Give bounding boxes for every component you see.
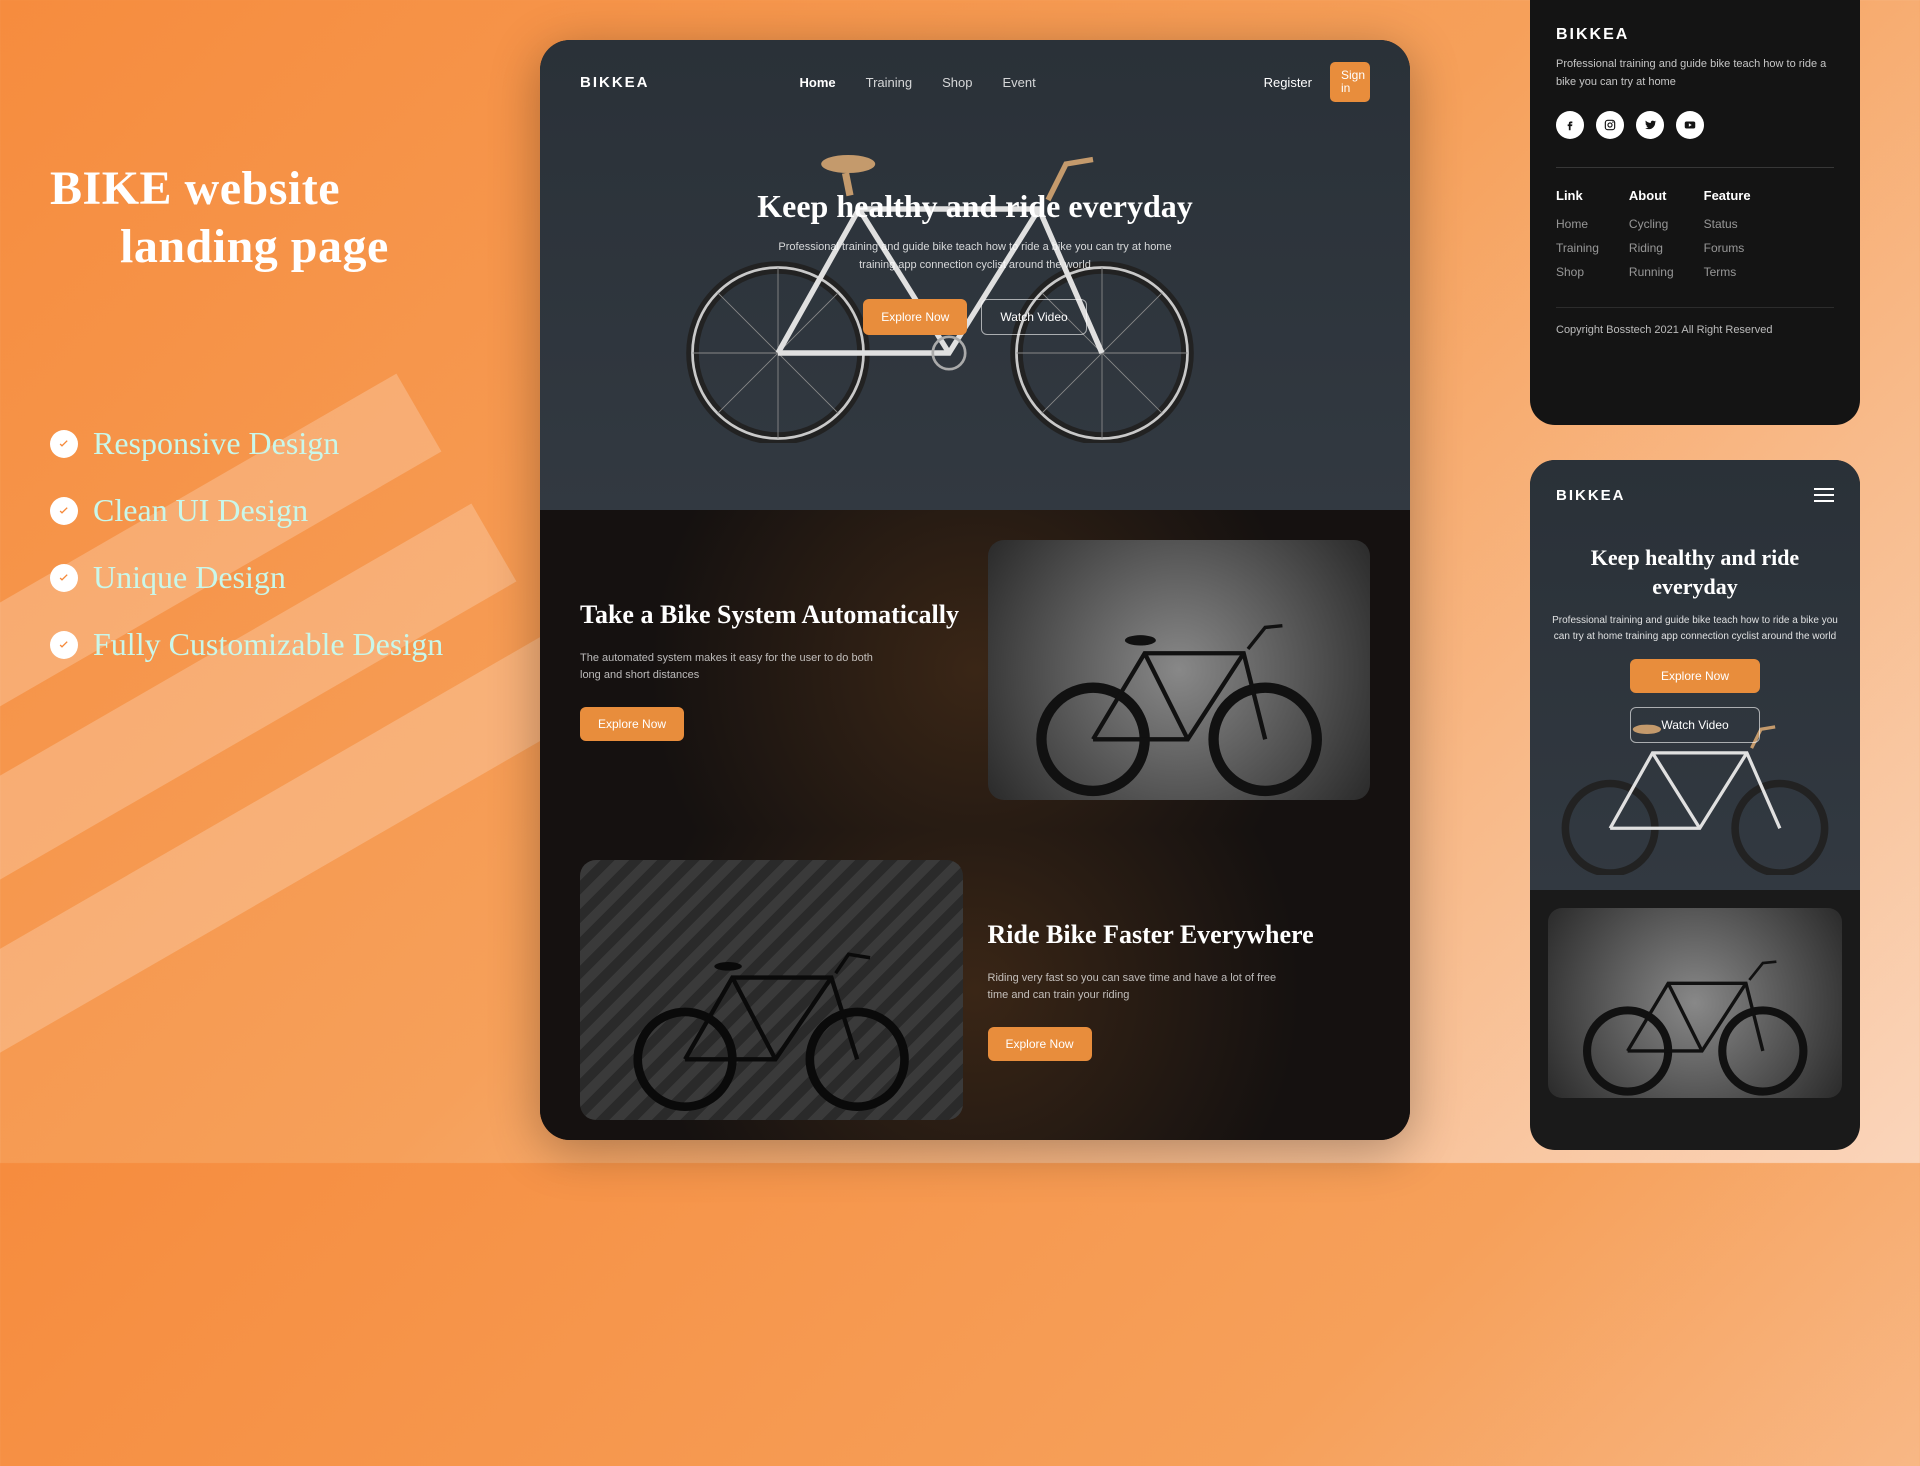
footer-copyright: Copyright Bosstech 2021 All Right Reserv… bbox=[1556, 307, 1834, 339]
mobile-hero-sub: Professional training and guide bike tea… bbox=[1550, 613, 1840, 645]
navbar: BIKKEA Home Training Shop Event Register… bbox=[540, 40, 1410, 124]
footer-link[interactable]: Forums bbox=[1704, 241, 1751, 255]
instagram-icon[interactable] bbox=[1596, 111, 1624, 139]
hero-buttons: Explore Now Watch Video bbox=[540, 299, 1410, 335]
brand-logo[interactable]: BIKKEA bbox=[580, 74, 650, 91]
mobile-hero-content: Keep healthy and ride everyday Professio… bbox=[1530, 530, 1860, 743]
mobile-section-image bbox=[1548, 908, 1842, 1098]
hero-content: Keep healthy and ride everyday Professio… bbox=[540, 124, 1410, 334]
section-auto: Take a Bike System Automatically The aut… bbox=[540, 510, 1410, 830]
hero-sub: Professional training and guide bike tea… bbox=[540, 239, 1410, 274]
hamburger-icon[interactable] bbox=[1814, 484, 1834, 506]
footer-link[interactable]: Shop bbox=[1556, 265, 1599, 279]
footer-desc: Professional training and guide bike tea… bbox=[1556, 56, 1834, 91]
mobile-watch-button[interactable]: Watch Video bbox=[1630, 707, 1760, 743]
footer-col-feature: Feature Status Forums Terms bbox=[1704, 188, 1751, 289]
check-icon bbox=[50, 631, 78, 659]
check-icon bbox=[50, 497, 78, 525]
section2-image bbox=[580, 860, 963, 1120]
hero-title: Keep healthy and ride everyday bbox=[540, 188, 1410, 225]
explore-button[interactable]: Explore Now bbox=[863, 299, 967, 335]
promo-features: Responsive Design Clean UI Design Unique… bbox=[50, 425, 550, 663]
section-faster: Ride Bike Faster Everywhere Riding very … bbox=[540, 830, 1410, 1140]
register-link[interactable]: Register bbox=[1264, 75, 1312, 90]
footer-columns: Link Home Training Shop About Cycling Ri… bbox=[1556, 167, 1834, 289]
facebook-icon[interactable] bbox=[1556, 111, 1584, 139]
promo-title-line1: BIKE website bbox=[50, 162, 340, 215]
nav-links: Home Training Shop Event bbox=[800, 75, 1036, 90]
feature-item: Unique Design bbox=[50, 559, 550, 596]
footer-brand: BIKKEA bbox=[1556, 26, 1834, 44]
mobile-nav: BIKKEA bbox=[1530, 460, 1860, 530]
watch-video-button[interactable]: Watch Video bbox=[981, 299, 1086, 335]
section1-explore-button[interactable]: Explore Now bbox=[580, 707, 684, 741]
footer-link[interactable]: Cycling bbox=[1629, 217, 1674, 231]
mobile-preview: BIKKEA Keep healthy and ride everyday Pr… bbox=[1530, 460, 1860, 1150]
footer-col-about: About Cycling Riding Running bbox=[1629, 188, 1674, 289]
footer-link[interactable]: Training bbox=[1556, 241, 1599, 255]
section2-explore-button[interactable]: Explore Now bbox=[988, 1027, 1092, 1061]
promo-title: BIKE website landing page bbox=[50, 160, 550, 275]
footer-link[interactable]: Home bbox=[1556, 217, 1599, 231]
promo-title-line2: landing page bbox=[120, 218, 550, 276]
desktop-preview: BIKKEA Home Training Shop Event Register… bbox=[540, 40, 1410, 1140]
feature-item: Fully Customizable Design bbox=[50, 626, 550, 663]
mobile-hero: BIKKEA Keep healthy and ride everyday Pr… bbox=[1530, 460, 1860, 890]
footer-link[interactable]: Status bbox=[1704, 217, 1751, 231]
nav-training[interactable]: Training bbox=[866, 75, 912, 90]
section1-image bbox=[988, 540, 1371, 800]
section2-desc: Riding very fast so you can save time an… bbox=[988, 970, 1298, 1005]
mobile-section bbox=[1530, 890, 1860, 1116]
section1-desc: The automated system makes it easy for t… bbox=[580, 650, 890, 685]
feature-item: Responsive Design bbox=[50, 425, 550, 462]
footer-preview: BIKKEA Professional training and guide b… bbox=[1530, 0, 1860, 425]
section1-title: Take a Bike System Automatically bbox=[580, 599, 963, 632]
twitter-icon[interactable] bbox=[1636, 111, 1664, 139]
footer-link[interactable]: Running bbox=[1629, 265, 1674, 279]
footer-link[interactable]: Riding bbox=[1629, 241, 1674, 255]
social-icons bbox=[1556, 111, 1834, 139]
footer-col-link: Link Home Training Shop bbox=[1556, 188, 1599, 289]
nav-right: Register Sign in bbox=[1264, 62, 1370, 102]
nav-event[interactable]: Event bbox=[1003, 75, 1036, 90]
hero: BIKKEA Home Training Shop Event Register… bbox=[540, 40, 1410, 510]
promo-panel: BIKE website landing page Responsive Des… bbox=[50, 160, 550, 693]
mobile-explore-button[interactable]: Explore Now bbox=[1630, 659, 1760, 693]
mobile-brand[interactable]: BIKKEA bbox=[1556, 487, 1626, 504]
signin-button[interactable]: Sign in bbox=[1330, 62, 1370, 102]
check-icon bbox=[50, 430, 78, 458]
section2-title: Ride Bike Faster Everywhere bbox=[988, 919, 1371, 952]
feature-item: Clean UI Design bbox=[50, 492, 550, 529]
nav-home[interactable]: Home bbox=[800, 75, 836, 90]
nav-shop[interactable]: Shop bbox=[942, 75, 972, 90]
check-icon bbox=[50, 564, 78, 592]
mobile-hero-title: Keep healthy and ride everyday bbox=[1550, 544, 1840, 601]
youtube-icon[interactable] bbox=[1676, 111, 1704, 139]
footer-link[interactable]: Terms bbox=[1704, 265, 1751, 279]
